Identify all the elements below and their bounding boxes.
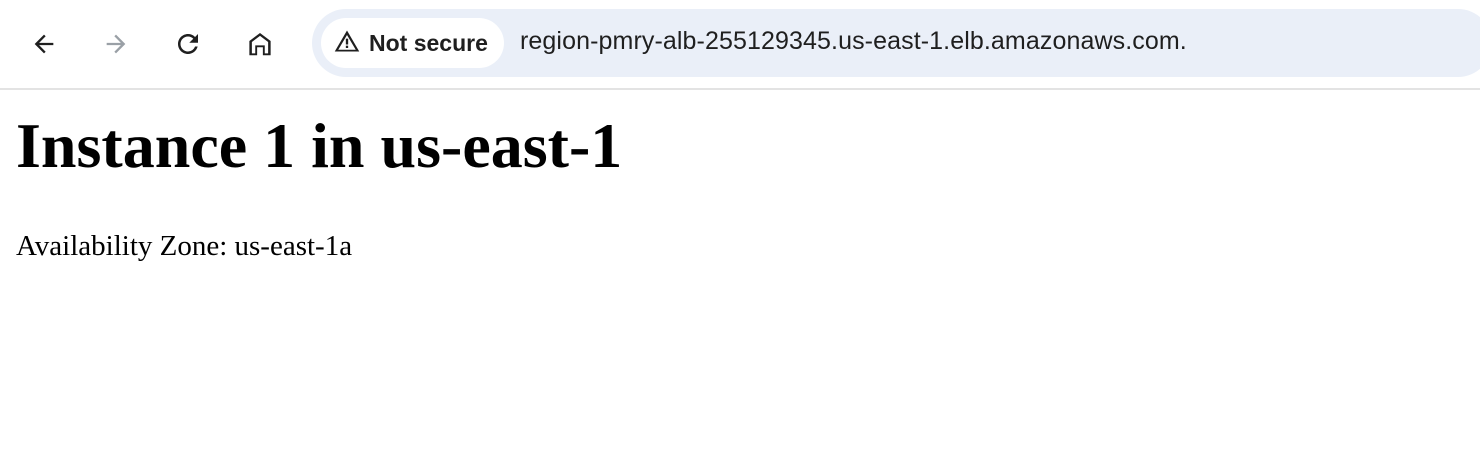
- security-label: Not secure: [369, 29, 488, 56]
- browser-toolbar: Not secure region-pmry-alb-255129345.us-…: [0, 0, 1480, 90]
- reload-icon: [173, 29, 203, 59]
- arrow-left-icon: [30, 30, 58, 58]
- page-heading: Instance 1 in us-east-1: [16, 110, 623, 181]
- address-bar[interactable]: Not secure region-pmry-alb-255129345.us-…: [312, 9, 1480, 77]
- page-content: Instance 1 in us-east-1 Availability Zon…: [16, 90, 1456, 263]
- back-button[interactable]: [22, 22, 66, 66]
- home-button[interactable]: [238, 22, 282, 66]
- security-indicator[interactable]: Not secure: [321, 18, 504, 68]
- availability-zone-text: Availability Zone: us-east-1a: [16, 230, 353, 262]
- forward-button[interactable]: [94, 22, 138, 66]
- arrow-right-icon: [102, 30, 130, 58]
- url-text[interactable]: region-pmry-alb-255129345.us-east-1.elb.…: [520, 27, 1187, 56]
- warning-triangle-icon: [333, 27, 361, 60]
- home-icon: [245, 29, 275, 59]
- reload-button[interactable]: [166, 22, 210, 66]
